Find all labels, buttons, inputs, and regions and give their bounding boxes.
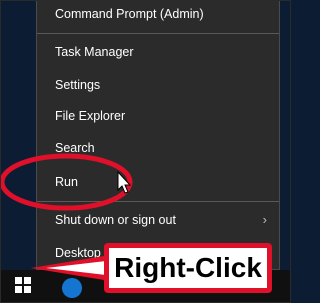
highlight-ellipse (0, 153, 133, 211)
right-click-callout: Right-Click (104, 243, 272, 293)
callout-label: Right-Click (114, 252, 262, 283)
